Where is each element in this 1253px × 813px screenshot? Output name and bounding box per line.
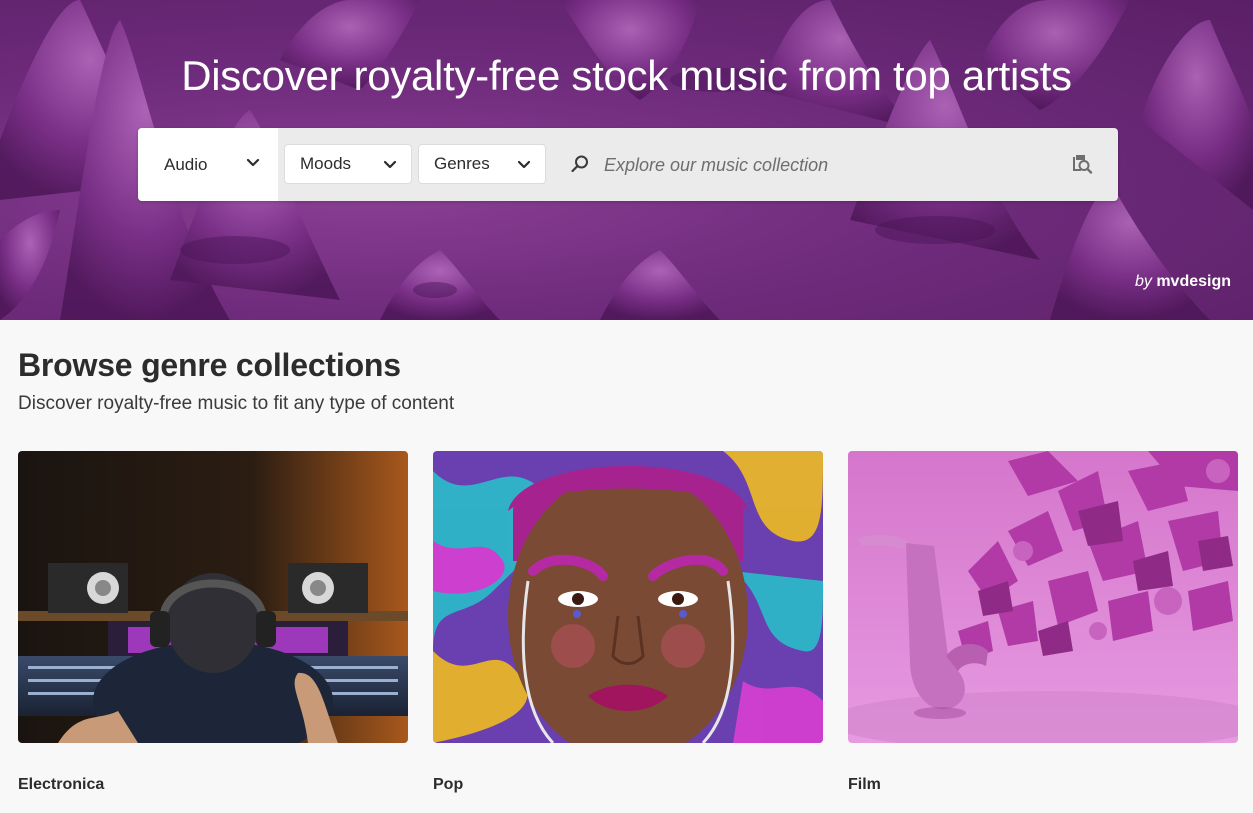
visual-search-icon[interactable] — [1070, 152, 1094, 176]
search-icon — [571, 155, 588, 173]
collection-label[interactable]: Film — [848, 776, 881, 794]
genres-label: Genres — [434, 154, 490, 173]
collection-thumbnail[interactable] — [433, 451, 823, 743]
chevron-down-icon — [383, 160, 397, 169]
genres-dropdown[interactable]: Genres — [418, 144, 546, 184]
moods-label: Moods — [300, 154, 352, 173]
collection-card-electronica[interactable]: Electronica — [18, 451, 408, 793]
asset-type-label: Audio — [164, 154, 208, 174]
collection-label[interactable]: Electronica — [18, 776, 104, 794]
collection-thumbnail[interactable] — [18, 451, 408, 743]
chevron-down-icon — [246, 158, 260, 167]
hero-banner: Discover royalty-free stock music from t… — [0, 0, 1253, 320]
collection-card-film[interactable]: Film — [848, 451, 1238, 793]
pop-image — [433, 451, 823, 743]
film-image — [848, 451, 1238, 743]
search-input[interactable] — [604, 148, 1044, 182]
collection-card-pop[interactable]: Pop — [433, 451, 823, 793]
hero-title: Discover royalty-free stock music from t… — [181, 52, 1072, 99]
section-title: Browse genre collections — [18, 347, 401, 383]
image-credit: by mvdesign — [1135, 273, 1231, 291]
section-subtitle: Discover royalty-free music to fit any t… — [18, 393, 455, 414]
moods-dropdown[interactable]: Moods — [284, 144, 412, 184]
search-bar: Audio Moods Genres — [138, 128, 1118, 201]
asset-type-select[interactable]: Audio — [138, 128, 278, 201]
credit-author[interactable]: mvdesign — [1156, 273, 1231, 290]
credit-by: by — [1134, 273, 1152, 290]
chevron-down-icon — [517, 160, 531, 169]
collection-thumbnail[interactable] — [848, 451, 1238, 743]
electronica-image — [18, 451, 408, 743]
collection-label[interactable]: Pop — [433, 776, 463, 794]
